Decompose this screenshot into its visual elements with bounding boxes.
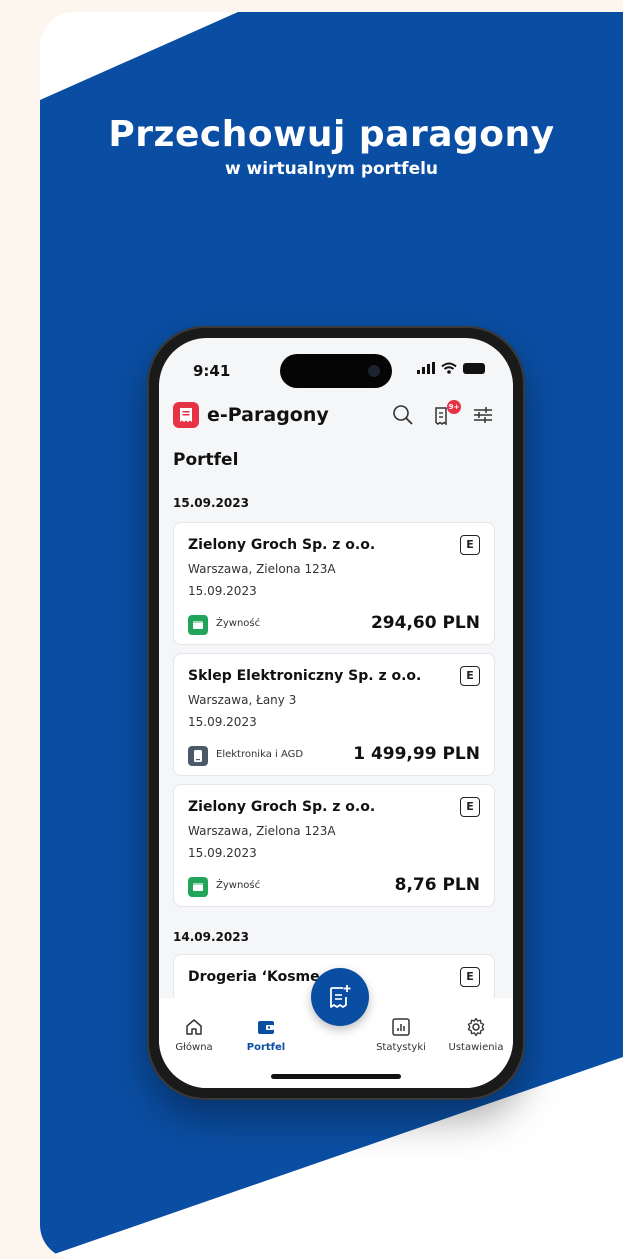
device-icon	[188, 746, 208, 766]
signal-icon	[417, 362, 435, 374]
headline-subtitle: w wirtualnym portfelu	[224, 159, 439, 179]
merchant-name: Sklep Elektroniczny Sp. z o.o.	[188, 668, 422, 684]
receipt-amount: 8,76 PLN	[394, 875, 480, 895]
filter-icon	[474, 407, 492, 423]
headline-title: Przechowuj paragony	[108, 114, 555, 155]
category-label: Żywność	[216, 618, 261, 629]
app-title: e-Paragony	[207, 404, 329, 426]
app-header: e-Paragony 9+	[159, 394, 513, 438]
e-receipt-badge: E	[460, 797, 480, 817]
nav-item-settings[interactable]: Ustawienia	[441, 1016, 511, 1053]
e-receipt-badge: E	[460, 535, 480, 555]
grocery-icon	[188, 877, 208, 897]
nav-label: Statystyki	[376, 1042, 426, 1053]
category-label: Elektronika i AGD	[216, 749, 304, 760]
nav-label: Ustawienia	[448, 1042, 504, 1053]
home-icon	[186, 1019, 202, 1035]
page-title: Portfel	[173, 450, 239, 470]
date-header: 14.09.2023	[173, 930, 249, 944]
notification-badge: 9+	[447, 400, 461, 414]
nav-item-wallet[interactable]: Portfel	[231, 1016, 301, 1053]
status-icons	[417, 362, 485, 374]
stats-icon	[392, 1018, 410, 1036]
status-time: 9:41	[193, 362, 231, 380]
receipt-amount: 1 499,99 PLN	[353, 744, 480, 764]
receipt-card[interactable]: Zielony Groch Sp. z o.o. Warszawa, Zielo…	[173, 784, 495, 907]
merchant-name: Zielony Groch Sp. z o.o.	[188, 799, 376, 815]
search-button[interactable]	[390, 402, 416, 428]
merchant-address: Warszawa, Zielona 123A	[188, 562, 336, 576]
add-receipt-button[interactable]	[311, 968, 369, 1026]
nav-item-statistics[interactable]: Statystyki	[366, 1016, 436, 1053]
app-logo-icon	[173, 402, 199, 428]
receipt-amount: 294,60 PLN	[370, 613, 480, 633]
receipt-card[interactable]: Sklep Elektroniczny Sp. z o.o. Warszawa,…	[173, 653, 495, 776]
merchant-address: Warszawa, Zielona 123A	[188, 824, 336, 838]
e-receipt-badge: E	[460, 967, 480, 987]
receipt-date: 15.09.2023	[188, 715, 257, 729]
search-icon	[393, 405, 413, 425]
grocery-icon	[188, 615, 208, 635]
merchant-address: Warszawa, Łany 3	[188, 693, 297, 707]
wifi-icon	[441, 362, 457, 374]
phone-screen: 9:41 e-Paragony 9+ Portfel 15.09.2023 Zi…	[159, 338, 513, 1088]
nav-item-home[interactable]: Główna	[159, 1016, 229, 1053]
headline: Przechowuj paragony w wirtualnym portfel…	[40, 114, 623, 179]
filter-button[interactable]	[470, 402, 496, 428]
dynamic-island	[280, 354, 392, 388]
merchant-name: Zielony Groch Sp. z o.o.	[188, 537, 376, 553]
battery-icon	[463, 362, 485, 374]
e-receipt-badge: E	[460, 666, 480, 686]
notifications-button[interactable]: 9+	[431, 400, 461, 428]
camera-icon	[368, 365, 380, 377]
add-receipt-icon	[330, 985, 351, 1008]
receipt-date: 15.09.2023	[188, 584, 257, 598]
phone-mockup: 9:41 e-Paragony 9+ Portfel 15.09.2023 Zi…	[147, 326, 525, 1100]
date-header: 15.09.2023	[173, 496, 249, 510]
nav-label: Główna	[175, 1042, 213, 1053]
merchant-name: Drogeria ‘Kosme	[188, 969, 320, 985]
gear-icon	[467, 1017, 485, 1037]
nav-label: Portfel	[246, 1042, 286, 1053]
receipt-date: 15.09.2023	[188, 846, 257, 860]
receipt-card[interactable]: Zielony Groch Sp. z o.o. Warszawa, Zielo…	[173, 522, 495, 645]
wallet-icon	[258, 1021, 274, 1034]
home-indicator	[271, 1074, 401, 1079]
category-label: Żywność	[216, 880, 261, 891]
